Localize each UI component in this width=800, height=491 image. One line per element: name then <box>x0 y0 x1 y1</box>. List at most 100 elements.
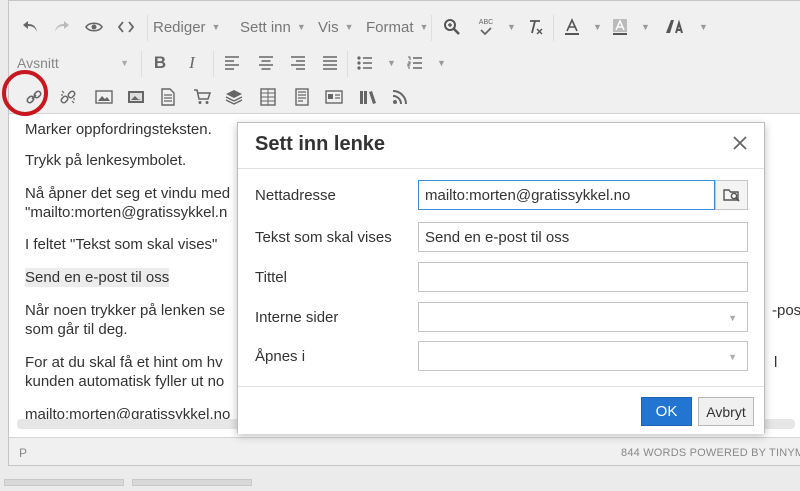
align-justify-icon[interactable] <box>317 47 343 79</box>
toolbar-separator <box>147 15 148 41</box>
font-family-icon[interactable] <box>661 11 691 43</box>
content-line: Trykk på lenkesymbolet. <box>25 152 187 169</box>
chevron-down-icon: ▼ <box>728 313 737 323</box>
insert-document-icon[interactable] <box>155 81 181 113</box>
menu-view[interactable]: Vis ▼ <box>318 11 354 43</box>
menu-insert-label: Sett inn <box>240 18 291 36</box>
remove-link-icon[interactable] <box>55 81 81 113</box>
media-gallery-icon[interactable] <box>123 81 149 113</box>
content-line-fragment: l <box>774 354 778 371</box>
internal-pages-select[interactable]: ▼ <box>418 302 748 332</box>
toolbar-row-3 <box>9 79 800 115</box>
title-input[interactable] <box>418 262 748 292</box>
italic-button[interactable]: I <box>179 47 205 79</box>
text-color-dropdown[interactable]: ▼ <box>587 11 602 43</box>
bold-button[interactable]: B <box>147 47 173 79</box>
dialog-footer: OK Avbryt <box>238 386 764 434</box>
open-in-label: Åpnes i <box>255 348 306 365</box>
chevron-down-icon: ▼ <box>211 22 221 32</box>
numbered-list-dropdown[interactable]: ▼ <box>431 47 446 79</box>
text-color-icon[interactable] <box>561 11 583 43</box>
chevron-down-icon: ▼ <box>593 22 602 32</box>
content-line: "mailto:morten@gratissykkel.n <box>25 204 228 221</box>
form-icon[interactable] <box>321 81 347 113</box>
display-text-label: Tekst som skal vises <box>255 229 392 246</box>
word-count: 844 WORDS POWERED BY TINYMC <box>621 447 800 459</box>
shopping-cart-icon[interactable] <box>189 81 215 113</box>
preview-eye-icon[interactable] <box>81 11 107 43</box>
selected-text: Send en e-post til oss <box>25 268 170 287</box>
display-text-input[interactable]: Send en e-post til oss <box>418 222 748 252</box>
chevron-down-icon: ▼ <box>296 22 306 32</box>
chevron-down-icon: ▼ <box>507 22 516 32</box>
menu-format[interactable]: Format ▼ <box>366 11 428 43</box>
spellcheck-icon[interactable]: ABC <box>473 11 499 43</box>
bottom-tab[interactable] <box>132 479 252 486</box>
url-label: Nettadresse <box>255 187 336 204</box>
title-label: Tittel <box>255 269 287 286</box>
spellcheck-dropdown[interactable]: ▼ <box>501 11 516 43</box>
content-line: Når noen trykker på lenken se <box>25 302 226 319</box>
toolbar-separator <box>553 15 554 41</box>
toolbar-separator <box>431 15 432 41</box>
menu-edit[interactable]: Rediger ▼ <box>153 11 220 43</box>
font-family-dropdown[interactable]: ▼ <box>693 11 708 43</box>
status-bar: P 844 WORDS POWERED BY TINYMC <box>9 437 800 465</box>
url-input[interactable]: mailto:morten@gratissykkel.no <box>418 180 715 210</box>
menu-insert[interactable]: Sett inn ▼ <box>240 11 306 43</box>
chevron-down-icon: ▼ <box>120 58 129 68</box>
block-format-value: Avsnitt <box>17 55 59 71</box>
align-left-icon[interactable] <box>219 47 245 79</box>
chevron-down-icon: ▼ <box>699 22 708 32</box>
content-line: I feltet "Tekst som skal vises" <box>25 236 218 253</box>
browse-button[interactable] <box>715 180 748 210</box>
ok-button[interactable]: OK <box>641 397 692 426</box>
chevron-down-icon: ▼ <box>387 58 396 68</box>
toolbar-separator <box>347 51 348 77</box>
source-code-icon[interactable] <box>113 11 139 43</box>
menu-view-label: Vis <box>318 18 339 36</box>
content-line-fragment: -post <box>772 302 800 319</box>
insert-image-icon[interactable] <box>91 81 117 113</box>
table-icon[interactable] <box>255 81 281 113</box>
bullet-list-dropdown[interactable]: ▼ <box>381 47 396 79</box>
chevron-down-icon: ▼ <box>728 352 737 362</box>
menu-edit-label: Rediger <box>153 18 206 36</box>
content-line: For at du skal få et hint om hv <box>25 354 223 371</box>
toolbar-row-1: Rediger ▼ Sett inn ▼ Vis ▼ Format ▼ ABC ▼ ▼ <box>9 9 800 45</box>
bottom-tabs <box>4 473 264 486</box>
open-in-select[interactable]: ▼ <box>418 341 748 371</box>
bullet-list-icon[interactable] <box>353 47 377 79</box>
insert-link-dialog: Sett inn lenke Nettadresse mailto:morten… <box>237 122 765 434</box>
content-line: Nå åpner det seg et vindu med <box>25 185 231 202</box>
folder-search-icon <box>722 189 740 202</box>
dialog-header: Sett inn lenke <box>238 123 764 169</box>
toolbar: Rediger ▼ Sett inn ▼ Vis ▼ Format ▼ ABC ▼ ▼ <box>9 1 800 114</box>
chevron-down-icon: ▼ <box>419 22 429 32</box>
rss-feed-icon[interactable] <box>387 81 413 113</box>
bottom-tab[interactable] <box>4 479 124 486</box>
library-books-icon[interactable] <box>355 81 381 113</box>
internal-pages-label: Interne sider <box>255 309 339 326</box>
background-color-icon[interactable] <box>609 11 631 43</box>
undo-icon[interactable] <box>17 11 43 43</box>
toolbar-row-2: Avsnitt ▼ B I ▼ ▼ <box>9 45 800 81</box>
content-line: Marker oppfordringsteksten. <box>25 121 212 138</box>
align-center-icon[interactable] <box>253 47 279 79</box>
menu-format-label: Format <box>366 18 414 36</box>
cancel-button[interactable]: Avbryt <box>698 397 754 426</box>
clear-formatting-icon[interactable] <box>523 11 549 43</box>
template-icon[interactable] <box>289 81 315 113</box>
close-icon[interactable] <box>730 133 750 153</box>
content-line: kunden automatisk fyller ut no <box>25 373 225 390</box>
dialog-title: Sett inn lenke <box>255 133 386 155</box>
layers-icon[interactable] <box>221 81 247 113</box>
chevron-down-icon: ▼ <box>437 58 446 68</box>
element-path[interactable]: P <box>19 446 27 460</box>
background-color-dropdown[interactable]: ▼ <box>635 11 650 43</box>
align-right-icon[interactable] <box>285 47 311 79</box>
chevron-down-icon: ▼ <box>344 22 354 32</box>
numbered-list-icon[interactable] <box>403 47 427 79</box>
redo-icon[interactable] <box>49 11 75 43</box>
search-replace-icon[interactable] <box>439 11 465 43</box>
